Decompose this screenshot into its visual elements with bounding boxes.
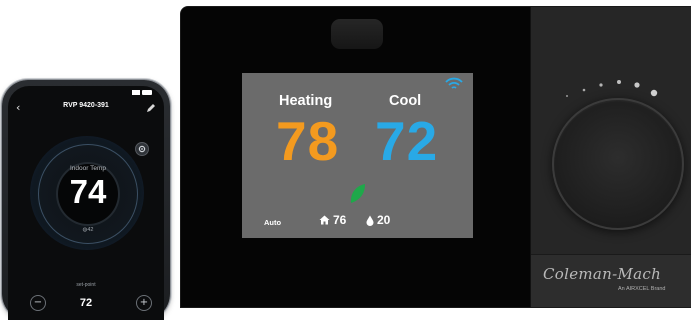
status-icons xyxy=(132,90,152,95)
humidity-readout: ◍42 xyxy=(39,227,137,233)
device-title: RVP 9420-391 xyxy=(63,102,109,109)
dial-level-indicator xyxy=(566,80,658,97)
app-header: ‹ RVP 9420-391 xyxy=(8,100,164,118)
cool-label: Cool xyxy=(389,93,422,109)
signal-icon xyxy=(132,90,140,95)
settings-button[interactable] xyxy=(135,142,149,156)
wifi-icon xyxy=(445,77,463,89)
brand-tagline: An AIRXCEL Brand xyxy=(618,286,666,292)
battery-icon xyxy=(142,90,152,95)
water-drop-icon xyxy=(366,215,374,226)
status-bar xyxy=(8,86,164,100)
indoor-temp-readout: 76 xyxy=(319,213,346,227)
indoor-temp-text: 76 xyxy=(333,213,347,227)
indoor-temp-label: Indoor Temp xyxy=(69,165,106,172)
control-panel: Coleman-Mach An AIRXCEL Brand xyxy=(530,7,691,307)
ring-track: Indoor Temp 74 ◍42 xyxy=(38,144,138,244)
indoor-temp-value: 74 xyxy=(69,173,107,210)
temperature-dial[interactable] xyxy=(552,98,684,230)
setpoint-stepper: − 72 + xyxy=(8,291,164,311)
smartphone: ‹ RVP 9420-391 Indoor Temp 74 ◍42 set-po… xyxy=(2,80,170,320)
increase-button[interactable]: + xyxy=(136,295,152,311)
setpoint-label: set-point xyxy=(76,282,96,288)
humidity-value: 42 xyxy=(87,227,94,233)
phone-screen: ‹ RVP 9420-391 Indoor Temp 74 ◍42 set-po… xyxy=(8,86,164,320)
system-mode: Auto xyxy=(264,218,282,227)
home-icon xyxy=(319,215,330,225)
sensor-window xyxy=(331,19,383,49)
humidity-readout: 20 xyxy=(366,213,390,227)
leaf-icon xyxy=(350,184,365,203)
thermostat-device: Heating Cool 78 72 Auto 76 20 Coleman-Ma… xyxy=(181,7,691,307)
cool-setpoint-value: 72 xyxy=(375,110,439,172)
thermostat-screen[interactable]: Heating Cool 78 72 Auto 76 20 xyxy=(242,73,473,238)
humidity-text: 20 xyxy=(377,213,391,227)
pencil-icon[interactable] xyxy=(146,103,156,113)
heat-setpoint-value: 78 xyxy=(276,110,340,172)
gear-icon xyxy=(138,145,146,153)
temperature-ring[interactable]: Indoor Temp 74 ◍42 xyxy=(30,136,144,250)
heating-label: Heating xyxy=(279,93,333,109)
brand-strip: Coleman-Mach An AIRXCEL Brand xyxy=(531,254,691,307)
brand-logo: Coleman-Mach xyxy=(543,265,662,283)
